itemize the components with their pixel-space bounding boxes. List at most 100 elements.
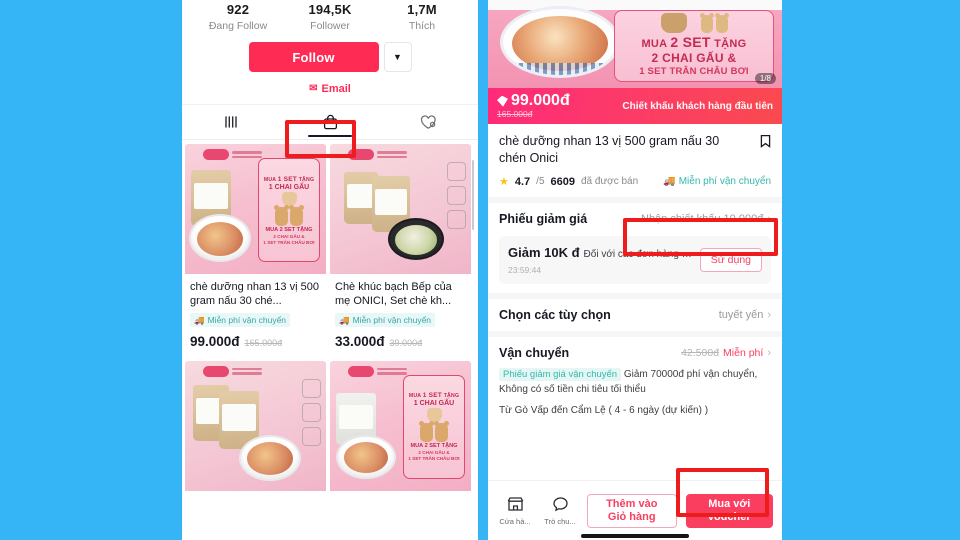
shipping-route: Từ Gò Vấp đến Cẩm Lệ ( 4 - 6 ngày (dự ki… bbox=[499, 405, 709, 417]
voucher-timer: 23:59:44 bbox=[508, 265, 542, 275]
bookmark-icon[interactable] bbox=[760, 134, 771, 153]
options-value: tuyết yến bbox=[718, 309, 764, 321]
chevron-down-icon[interactable]: ▼ bbox=[383, 42, 412, 72]
buy-line-1: Mua với bbox=[708, 497, 751, 510]
product-card[interactable]: MUA 1 SET TẶNG 1 CHAI GẤU MUA 2 SET TẶNG… bbox=[330, 360, 471, 533]
options-header: Chọn các tùy chọn tuyết yến › bbox=[499, 308, 771, 322]
profile-panel: 922 Đang Follow 194,5K Follower 1,7M Thí… bbox=[182, 0, 478, 540]
hero-promo-line-3: 1 SET TRÂN CHÂU BƠI bbox=[639, 66, 749, 77]
price-banner: 99.000đ 165.000đ Chiết khấu khách hàng đ… bbox=[488, 88, 782, 124]
tab-videos[interactable] bbox=[182, 105, 281, 139]
bear-illustrations bbox=[419, 421, 449, 442]
tab-shop[interactable] bbox=[281, 105, 380, 139]
shipping-section[interactable]: Vận chuyển 42.500đ Miễn phí › Phiếu giảm… bbox=[488, 337, 782, 426]
stat-followers[interactable]: 194,5K Follower bbox=[284, 2, 376, 32]
product-shipping-label: Miễn phí vận chuyển bbox=[207, 315, 287, 325]
voucher-card-info: Giảm 10K đ Đối với các đơn hàng có giá t… bbox=[508, 245, 693, 275]
shop-button[interactable]: Cửa hà... bbox=[497, 496, 533, 526]
jar-illustration bbox=[426, 408, 442, 422]
stat-following-value: 922 bbox=[226, 2, 250, 17]
add-to-cart-button[interactable]: Thêm vào Giỏ hàng bbox=[587, 493, 677, 528]
sold-count: 6609 bbox=[550, 175, 575, 188]
product-bowl bbox=[239, 434, 301, 481]
stat-following[interactable]: 922 Đang Follow bbox=[192, 2, 284, 32]
product-price-old: 165.000đ bbox=[244, 337, 283, 348]
product-card[interactable]: Chè khúc bạch Bếp của mẹ ONICI, Set chè … bbox=[330, 144, 471, 357]
current-price: 99.000đ bbox=[497, 92, 570, 109]
voucher-action[interactable]: Nhận chiết khấu 10.000đ › bbox=[641, 213, 771, 225]
hero-bowl-image bbox=[500, 6, 620, 78]
buy-line-2: voucher bbox=[707, 510, 751, 523]
shipping-voucher-badge: Phiếu giảm giá vận chuyển bbox=[499, 368, 622, 381]
hero-promo-illustrations bbox=[615, 13, 773, 33]
tab-liked[interactable] bbox=[379, 105, 478, 139]
shipping-price-old: 42.500đ bbox=[681, 347, 720, 359]
home-indicator bbox=[581, 534, 689, 538]
star-icon: ★ bbox=[499, 176, 509, 188]
product-detail-panel: MUA 2 SET TẶNG 2 CHAI GẤU & 1 SET TRÂN C… bbox=[488, 0, 782, 540]
product-shipping-chip: 🚚 Miễn phí vận chuyển bbox=[190, 313, 291, 327]
rating-value: 4.7 bbox=[514, 175, 531, 188]
product-title-row: chè dưỡng nhan 13 vị 500 gram nấu 30 ché… bbox=[499, 133, 771, 166]
chevron-right-icon: › bbox=[767, 309, 771, 321]
product-shipping-label: Miễn phí vận chuyển bbox=[352, 315, 432, 325]
shipping-header: Vận chuyển 42.500đ Miễn phí › bbox=[499, 346, 771, 360]
voucher-use-button[interactable]: Sử dụng bbox=[699, 248, 762, 272]
brand-badge bbox=[203, 149, 262, 160]
product-meta: Chè khúc bạch Bếp của mẹ ONICI, Set chè … bbox=[330, 274, 471, 357]
product-bowl bbox=[189, 214, 251, 262]
promo-line-4b: 1 SET TRÂN CHÂU BƠI bbox=[408, 456, 460, 461]
stat-likes[interactable]: 1,7M Thích bbox=[376, 2, 468, 32]
product-price-line: 99.000đ 165.000đ bbox=[190, 334, 321, 349]
storefront-icon bbox=[507, 496, 524, 514]
chat-bubble-icon bbox=[552, 496, 569, 514]
product-price: 33.000đ bbox=[335, 333, 385, 349]
stat-followers-label: Follower bbox=[310, 20, 350, 32]
hero-top-edge bbox=[488, 0, 782, 10]
truck-icon: 🚚 bbox=[194, 314, 205, 325]
free-shipping-tag: 🚚 Miễn phí vận chuyển bbox=[663, 176, 771, 187]
product-info-section: chè dưỡng nhan 13 vị 500 gram nấu 30 ché… bbox=[488, 124, 782, 197]
truck-icon: 🚚 bbox=[663, 176, 676, 187]
voucher-action-label: Nhận chiết khấu 10.000đ bbox=[641, 213, 764, 225]
scrollbar[interactable] bbox=[471, 160, 474, 230]
shopping-bag-icon bbox=[323, 114, 338, 130]
product-hero-carousel[interactable]: MUA 2 SET TẶNG 2 CHAI GẤU & 1 SET TRÂN C… bbox=[488, 0, 782, 88]
add-to-cart-line-1: Thêm vào bbox=[606, 497, 658, 510]
shipping-detail: Phiếu giảm giá vận chuyển Giảm 70000đ ph… bbox=[499, 367, 771, 397]
product-card[interactable] bbox=[185, 360, 326, 533]
follow-button[interactable]: Follow bbox=[248, 42, 379, 72]
product-price-line: 33.000đ 39.000đ bbox=[335, 334, 466, 349]
product-image: MUA 1 SET TẶNG 1 CHAI GẤU MUA 2 SET TẶNG… bbox=[185, 144, 326, 274]
jar-illustration bbox=[660, 13, 687, 33]
profile-stats: 922 Đang Follow 194,5K Follower 1,7M Thí… bbox=[182, 0, 478, 36]
free-shipping-label: Miễn phí vận chuyển bbox=[678, 176, 771, 187]
product-title: chè dưỡng nhan 13 vị 500 gram nấu 30 ché… bbox=[190, 281, 319, 308]
follow-row: Follow ▼ bbox=[182, 36, 478, 76]
voucher-amount: Giảm 10K đ bbox=[508, 245, 580, 260]
hero-promo-overlay: MUA 2 SET TẶNG 2 CHAI GẤU & 1 SET TRÂN C… bbox=[614, 10, 774, 82]
voucher-header: Phiếu giảm giá Nhận chiết khấu 10.000đ › bbox=[499, 212, 771, 226]
bear-illustrations bbox=[274, 204, 304, 226]
promo-line-1: MUA 1 SET TẶNG bbox=[263, 175, 315, 183]
options-section[interactable]: Chọn các tùy chọn tuyết yến › bbox=[488, 299, 782, 331]
mail-icon: ✉ bbox=[309, 83, 318, 94]
buy-with-voucher-button[interactable]: Mua với voucher bbox=[685, 493, 773, 528]
email-button[interactable]: ✉ Email bbox=[182, 76, 478, 104]
chat-button[interactable]: Trò chu... bbox=[542, 496, 578, 526]
hero-promo-line-2: 2 CHAI GẤU & bbox=[651, 51, 737, 65]
promo-line-3: MUA 2 SET TẶNG bbox=[265, 226, 313, 233]
bear-illustrations bbox=[699, 13, 729, 33]
promo-overlay: MUA 1 SET TẶNG 1 CHAI GẤU MUA 2 SET TẶNG… bbox=[258, 158, 320, 262]
promo-line-3: MUA 2 SET TẶNG bbox=[410, 443, 458, 449]
product-card[interactable]: MUA 1 SET TẶNG 1 CHAI GẤU MUA 2 SET TẶNG… bbox=[185, 144, 326, 357]
sold-label: đã được bán bbox=[581, 176, 639, 187]
promo-line-2: 1 CHAI GẤU bbox=[268, 183, 310, 191]
email-label: Email bbox=[321, 83, 351, 95]
discount-tag-icon bbox=[497, 95, 508, 107]
product-bowl bbox=[336, 434, 396, 479]
shop-button-label: Cửa hà... bbox=[499, 516, 531, 526]
brand-badge bbox=[348, 365, 407, 377]
voucher-card[interactable]: Giảm 10K đ Đối với các đơn hàng có giá t… bbox=[499, 236, 771, 284]
product-grid: MUA 1 SET TẶNG 1 CHAI GẤU MUA 2 SET TẶNG… bbox=[182, 140, 478, 533]
